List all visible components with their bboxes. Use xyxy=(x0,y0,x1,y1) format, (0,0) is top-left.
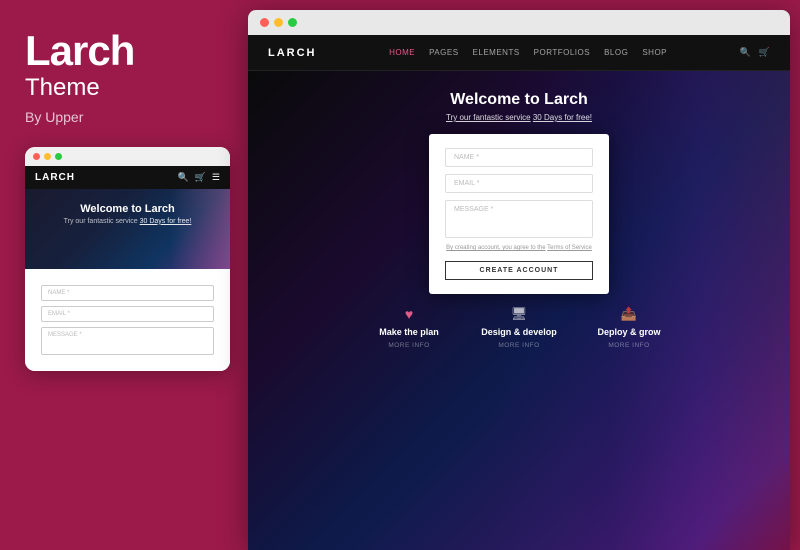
desktop-hero-content: Welcome to Larch Try our fantastic servi… xyxy=(248,71,790,294)
desktop-email-input[interactable]: EMAIL * xyxy=(445,174,593,193)
menu-icon: ☰ xyxy=(212,172,220,183)
brand-title: Larch xyxy=(25,30,223,72)
mobile-nav-icons: 🔍 🛒 ☰ xyxy=(177,172,220,183)
mobile-form: NAME * EMAIL * MESSAGE * xyxy=(33,277,222,363)
nav-link-portfolios[interactable]: PORTFOLIOS xyxy=(534,48,590,57)
monitor-icon: 🖥 xyxy=(511,306,528,322)
mobile-dot-red xyxy=(33,153,40,160)
feature-title-1: Make the plan xyxy=(379,327,439,337)
mobile-name-input[interactable]: NAME * xyxy=(41,285,214,301)
heart-icon: ♥ xyxy=(405,306,413,322)
mobile-browser-bar xyxy=(25,147,230,166)
desktop-form-card: NAME * EMAIL * MESSAGE * By creating acc… xyxy=(429,134,609,294)
left-panel: Larch Theme By Upper LARCH 🔍 🛒 ☰ Welcome… xyxy=(0,0,248,550)
mobile-logo: LARCH xyxy=(35,172,75,183)
desktop-nav: LARCH HOME PAGES ELEMENTS PORTFOLIOS BLO… xyxy=(248,35,790,71)
mobile-hero: Welcome to Larch Try our fantastic servi… xyxy=(25,189,230,269)
feature-design-develop: 🖥 Design & develop MORE INFO xyxy=(464,306,574,349)
mobile-content: LARCH 🔍 🛒 ☰ Welcome to Larch Try our fan… xyxy=(25,166,230,371)
feature-make-plan: ♥ Make the plan MORE INFO xyxy=(354,306,464,349)
desktop-hero: Welcome to Larch Try our fantastic servi… xyxy=(248,71,790,550)
feature-title-2: Design & develop xyxy=(481,327,557,337)
mobile-message-input[interactable]: MESSAGE * xyxy=(41,327,214,355)
search-icon: 🔍 xyxy=(177,172,188,183)
nav-link-blog[interactable]: BLOG xyxy=(604,48,628,57)
desktop-form-terms: By creating account, you agree to the Te… xyxy=(445,245,593,251)
feature-title-3: Deploy & grow xyxy=(597,327,660,337)
desktop-features: ♥ Make the plan MORE INFO 🖥 Design & dev… xyxy=(248,294,790,359)
mobile-mockup: LARCH 🔍 🛒 ☰ Welcome to Larch Try our fan… xyxy=(25,147,230,371)
mobile-hero-sub: Try our fantastic service 30 Days for fr… xyxy=(35,218,220,225)
brand-by: By Upper xyxy=(25,109,223,125)
deploy-icon: 📤 xyxy=(621,306,637,322)
mobile-email-input[interactable]: EMAIL * xyxy=(41,306,214,322)
feature-more-3[interactable]: MORE INFO xyxy=(608,342,649,349)
desktop-dot-yellow xyxy=(274,18,283,27)
desktop-dot-red xyxy=(260,18,269,27)
create-account-button[interactable]: CREATE ACCOUNT xyxy=(445,261,593,280)
mobile-dot-green xyxy=(55,153,62,160)
desktop-search-icon[interactable]: 🔍 xyxy=(740,47,751,58)
nav-link-pages[interactable]: PAGES xyxy=(429,48,458,57)
desktop-hero-sub-link: 30 Days for free! xyxy=(533,113,592,122)
feature-deploy-grow: 📤 Deploy & grow MORE INFO xyxy=(574,306,684,349)
desktop-name-input[interactable]: NAME * xyxy=(445,148,593,167)
cart-icon: 🛒 xyxy=(195,172,206,183)
desktop-cart-icon[interactable]: 🛒 xyxy=(759,47,770,58)
brand-subtitle: Theme xyxy=(25,74,223,103)
desktop-message-input[interactable]: MESSAGE * xyxy=(445,200,593,238)
nav-link-shop[interactable]: SHOP xyxy=(642,48,667,57)
feature-more-2[interactable]: MORE INFO xyxy=(498,342,539,349)
desktop-hero-title: Welcome to Larch xyxy=(450,91,588,109)
mobile-nav: LARCH 🔍 🛒 ☰ xyxy=(25,166,230,189)
desktop-nav-links: HOME PAGES ELEMENTS PORTFOLIOS BLOG SHOP xyxy=(389,48,667,57)
desktop-nav-logo: LARCH xyxy=(268,47,317,59)
nav-link-home[interactable]: HOME xyxy=(389,48,415,57)
mobile-hero-title: Welcome to Larch xyxy=(35,203,220,215)
desktop-dot-green xyxy=(288,18,297,27)
right-panel: LARCH HOME PAGES ELEMENTS PORTFOLIOS BLO… xyxy=(248,10,790,550)
feature-more-1[interactable]: MORE INFO xyxy=(388,342,429,349)
desktop-hero-sub: Try our fantastic service 30 Days for fr… xyxy=(446,113,592,122)
desktop-nav-right: 🔍 🛒 xyxy=(740,47,770,58)
mobile-dot-yellow xyxy=(44,153,51,160)
desktop-content: LARCH HOME PAGES ELEMENTS PORTFOLIOS BLO… xyxy=(248,35,790,550)
nav-link-elements[interactable]: ELEMENTS xyxy=(473,48,520,57)
terms-link[interactable]: Terms of Service xyxy=(547,245,592,251)
desktop-browser-bar xyxy=(248,10,790,35)
